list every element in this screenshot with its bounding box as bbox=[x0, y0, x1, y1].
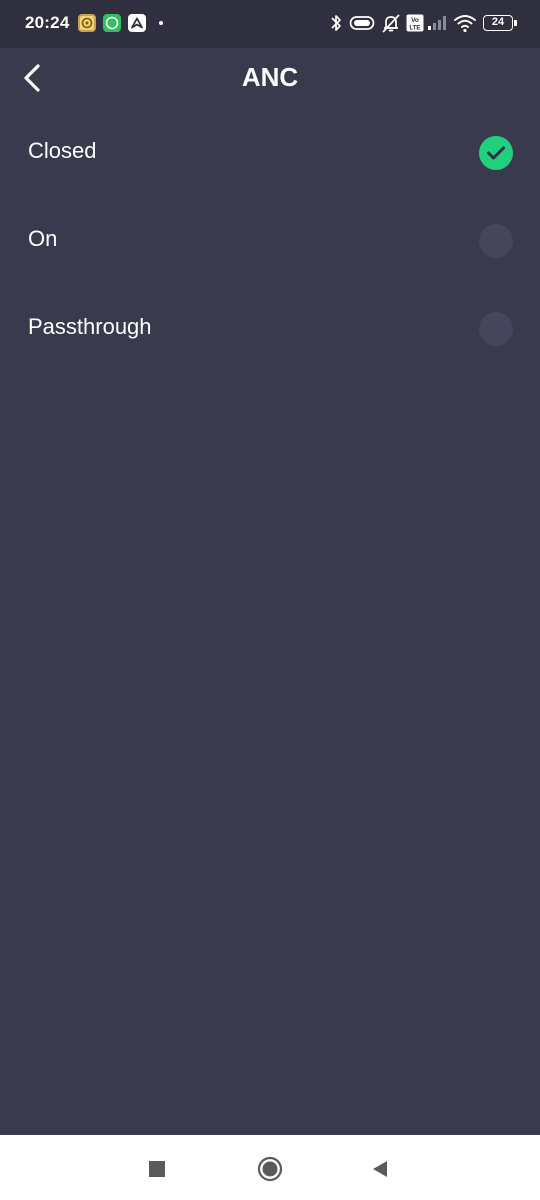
battery-level: 24 bbox=[491, 16, 505, 28]
back-triangle-icon bbox=[373, 1161, 387, 1177]
recents-square-icon bbox=[149, 1161, 165, 1177]
earbuds-icon bbox=[349, 15, 375, 36]
option-label: Closed bbox=[28, 138, 97, 163]
battery-tip bbox=[514, 20, 517, 26]
status-bar: 20:24 Vo LTE 24 bbox=[0, 0, 540, 48]
home-button[interactable] bbox=[250, 1149, 290, 1189]
svg-text:LTE: LTE bbox=[410, 26, 421, 32]
recents-button[interactable] bbox=[137, 1149, 177, 1189]
option-passthrough[interactable]: Passthrough bbox=[0, 284, 540, 372]
header: ANC bbox=[0, 48, 540, 110]
radio-indicator[interactable] bbox=[479, 312, 513, 346]
page-title: ANC bbox=[241, 62, 299, 92]
notification-dot bbox=[159, 21, 163, 25]
whatsapp-icon bbox=[103, 14, 121, 32]
alarm-off-icon bbox=[380, 12, 402, 39]
svg-text:Vo: Vo bbox=[411, 17, 419, 24]
shield-app-icon bbox=[78, 14, 96, 32]
wifi-icon bbox=[453, 13, 477, 38]
radio-indicator[interactable] bbox=[479, 136, 513, 170]
home-circle-icon bbox=[257, 1156, 283, 1182]
navigation-app-icon bbox=[128, 14, 146, 32]
option-label: Passthrough bbox=[28, 314, 152, 339]
system-nav-bar bbox=[0, 1135, 540, 1200]
option-closed[interactable]: Closed bbox=[0, 108, 540, 196]
bluetooth-icon bbox=[329, 13, 343, 38]
back-nav-button[interactable] bbox=[360, 1149, 400, 1189]
radio-indicator[interactable] bbox=[479, 224, 513, 258]
option-label: On bbox=[28, 226, 58, 251]
status-time: 20:24 bbox=[25, 13, 70, 32]
battery-icon: 24 bbox=[483, 15, 513, 31]
checkmark-icon bbox=[487, 146, 505, 160]
option-on[interactable]: On bbox=[0, 196, 540, 284]
volte-icon: Vo LTE bbox=[406, 14, 424, 37]
signal-icon bbox=[427, 15, 447, 36]
anc-options-list: Closed On Passthrough bbox=[0, 108, 540, 372]
